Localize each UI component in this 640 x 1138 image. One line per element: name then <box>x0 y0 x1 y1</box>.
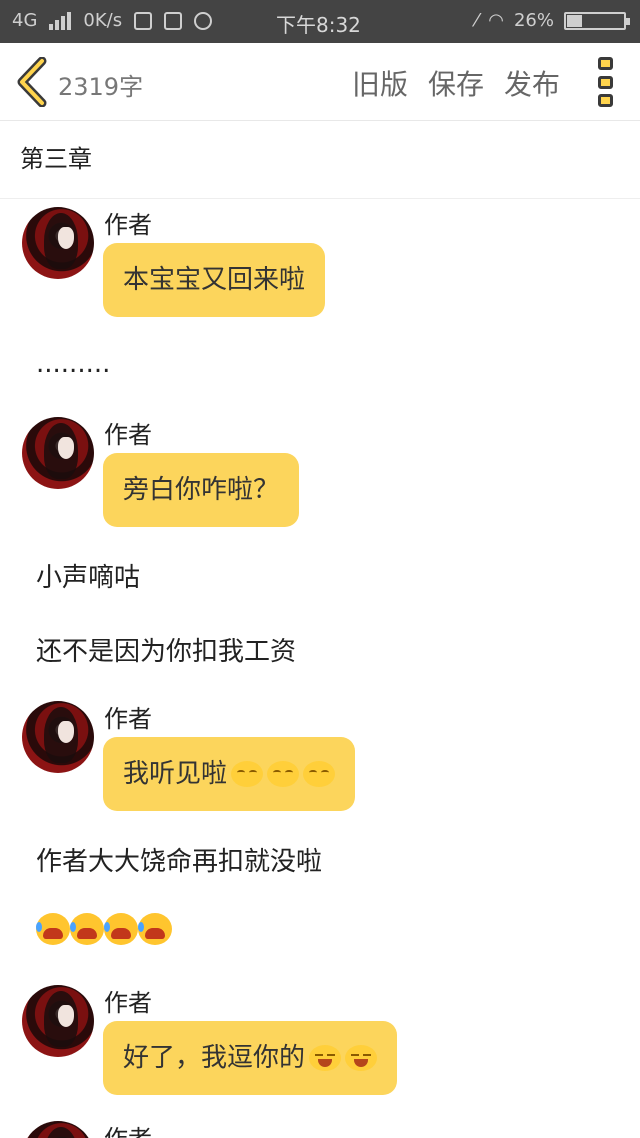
more-dot <box>598 57 613 70</box>
narration-text: 小声嘀咕 <box>36 563 141 593</box>
message-bubble[interactable]: 好了，我逗你的 <box>103 1021 398 1095</box>
message-text: 本宝宝又回来啦 <box>123 265 306 295</box>
image-icon <box>164 11 183 30</box>
more-menu-button[interactable] <box>598 57 614 107</box>
crying-emoji-icon <box>36 913 70 945</box>
status-right: ⁄ ◠ 26% <box>475 10 630 31</box>
message-bubble[interactable]: 我听见啦 <box>103 737 356 811</box>
message-text: 旁白你咋啦？ <box>123 475 280 505</box>
network-speed: 0K/s <box>83 10 123 31</box>
message-text: 好了，我逗你的 <box>123 1043 306 1073</box>
author-avatar[interactable] <box>22 1121 94 1138</box>
status-time: 下午8:32 <box>276 13 361 37</box>
sender-name: 作者 <box>104 705 152 733</box>
publish-button[interactable]: 发布 <box>504 63 560 103</box>
chapter-title: 第三章 <box>20 145 92 173</box>
sender-name: 作者 <box>104 1119 152 1138</box>
crying-emoji-icon <box>104 913 138 945</box>
smile-emoji-icon <box>303 761 336 787</box>
narration-text: 作者大大饶命再扣就没啦 <box>36 847 323 877</box>
database-icon <box>194 11 213 30</box>
message-bubble[interactable]: 旁白你咋啦？ <box>103 453 300 527</box>
narration-text: ......... <box>36 349 111 379</box>
status-bar: 4G 0K/s 下午8:32 ⁄ ◠ 26% <box>0 0 640 43</box>
chapter-title-field[interactable]: 第三章 <box>0 121 640 199</box>
sender-name: 作者 <box>104 421 152 449</box>
old-version-button[interactable]: 旧版 <box>352 63 408 103</box>
more-dot <box>598 75 613 89</box>
editor-toolbar: 2319字 旧版 保存 发布 <box>0 43 640 121</box>
signal-icon <box>49 11 72 30</box>
author-avatar[interactable] <box>22 207 94 279</box>
crying-emoji-icon <box>70 913 104 945</box>
chevron-left-icon <box>17 56 47 108</box>
message-bubble[interactable]: 本宝宝又回来啦 <box>103 243 326 317</box>
author-avatar[interactable] <box>22 985 94 1057</box>
sender-name: 作者 <box>104 989 152 1017</box>
more-dot <box>598 94 613 107</box>
no-sim-icon: ⁄ <box>475 10 479 31</box>
wifi-icon: ◠ <box>488 10 504 31</box>
sender-name: 作者 <box>104 211 152 239</box>
battery-icon <box>564 11 630 30</box>
author-avatar[interactable] <box>22 701 94 773</box>
network-type: 4G <box>12 10 38 31</box>
laugh-emoji-icon <box>345 1045 378 1071</box>
smile-emoji-icon <box>267 761 300 787</box>
notification-icon <box>134 11 153 30</box>
chat-content[interactable]: 作者 本宝宝又回来啦 ......... 作者 旁白你咋啦？ 小声嘀咕 还不是因… <box>0 199 640 1138</box>
status-left: 4G 0K/s <box>12 10 213 31</box>
narration-text: 还不是因为你扣我工资 <box>36 637 297 667</box>
message-text: 我听见啦 <box>123 759 228 789</box>
smile-emoji-icon <box>231 761 264 787</box>
save-button[interactable]: 保存 <box>428 63 484 103</box>
back-button[interactable] <box>14 56 52 108</box>
author-avatar[interactable] <box>22 417 94 489</box>
toolbar-actions: 旧版 保存 发布 <box>352 63 560 103</box>
crying-emoji-icon <box>138 913 172 945</box>
word-count: 2319字 <box>58 73 144 101</box>
laugh-emoji-icon <box>309 1045 342 1071</box>
crying-emoji-row <box>36 913 172 952</box>
battery-percent: 26% <box>513 10 554 31</box>
